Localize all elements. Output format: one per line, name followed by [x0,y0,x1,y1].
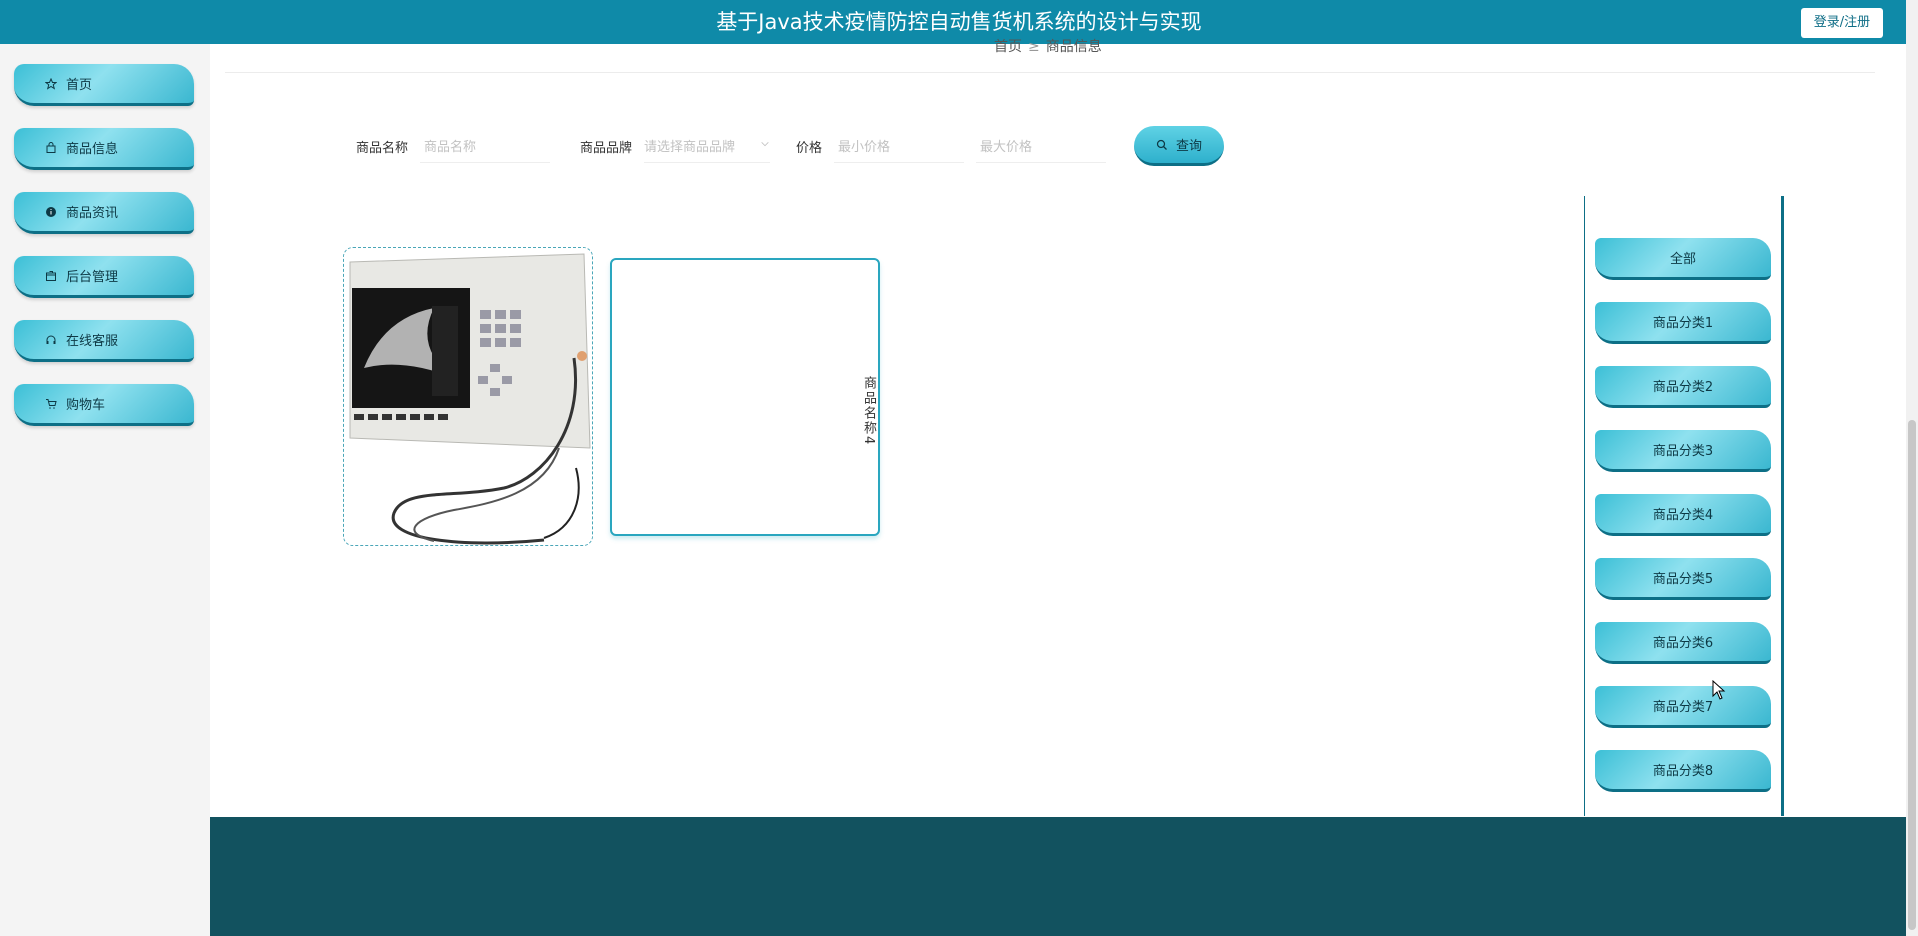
min-price-placeholder: 最小价格 [838,140,891,155]
box-icon [44,269,58,283]
category-button[interactable]: 商品分类7 [1595,686,1771,728]
login-register-button[interactable]: 登录/注册 [1801,8,1883,38]
brand-select[interactable]: 请选择商品品牌 [644,129,771,163]
mouse-cursor-icon [1712,679,1726,704]
cart-icon [44,397,58,411]
sidebar-item-label: 后台管理 [66,270,119,285]
brand-placeholder: 请选择商品品牌 [644,140,736,155]
search-button-label: 查询 [1176,139,1203,154]
category-button[interactable]: 商品分类8 [1595,750,1771,792]
product-card[interactable] [343,247,593,546]
sidebar-item-label: 在线客服 [66,334,119,349]
sidebar-item-home[interactable]: 首页 [14,64,194,106]
product-name: 商品名称4 [861,375,876,447]
sidebar-item-news[interactable]: 商品资讯 [14,192,194,234]
star-icon [44,77,58,91]
sidebar-item-products[interactable]: 商品信息 [14,128,194,170]
sidebar-item-label: 购物车 [66,398,106,413]
category-all-button[interactable]: 全部 [1595,238,1771,280]
bag-icon [44,141,58,155]
sidebar-item-label: 商品资讯 [66,206,119,221]
scrollbar-thumb[interactable] [1908,420,1916,930]
min-price-input[interactable]: 最小价格 [834,129,965,163]
product-name-placeholder: 商品名称 [424,140,477,155]
category-button[interactable]: 商品分类3 [1595,430,1771,472]
header-divider [225,72,1875,73]
category-button[interactable]: 商品分类4 [1595,494,1771,536]
brand-label: 商品品牌 [580,140,633,156]
max-price-input[interactable]: 最大价格 [976,129,1107,163]
sidebar-item-cart[interactable]: 购物车 [14,384,194,426]
breadcrumb-home[interactable]: 首页 [994,39,1022,55]
info-icon [44,205,58,219]
breadcrumb: 首页 ≥ 商品信息 [994,36,1102,56]
chevron-down-icon [760,138,770,153]
product-card[interactable]: 商品名称4 [610,258,880,536]
category-panel: 全部 商品分类1 商品分类2 商品分类3 商品分类4 商品分类5 商品分类6 商… [1584,196,1784,816]
page-footer [210,817,1906,936]
search-button[interactable]: 查询 [1134,126,1225,166]
product-name-input[interactable]: 商品名称 [420,129,551,163]
search-bar: 商品名称 商品名称 商品品牌 请选择商品品牌 价格 最小价格 最大价格 查询 [356,126,1225,166]
category-button[interactable]: 商品分类2 [1595,366,1771,408]
left-sidebar: 首页 商品信息 商品资讯 后台管理 在线客服 购物车 [0,44,210,936]
sidebar-item-label: 首页 [66,78,93,93]
sidebar-item-admin[interactable]: 后台管理 [14,256,194,298]
top-header: 基于Java技术疫情防控自动售货机系统的设计与实现 登录/注册 [0,0,1918,44]
breadcrumb-separator: ≥ [1028,39,1040,55]
sidebar-item-label: 商品信息 [66,142,119,157]
product-name-label: 商品名称 [356,140,409,156]
vertical-scrollbar[interactable] [1906,0,1918,936]
search-icon [1156,139,1168,151]
sidebar-item-support[interactable]: 在线客服 [14,320,194,362]
category-button[interactable]: 商品分类6 [1595,622,1771,664]
site-title: 基于Java技术疫情防控自动售货机系统的设计与实现 [716,10,1202,34]
category-button[interactable]: 商品分类5 [1595,558,1771,600]
max-price-placeholder: 最大价格 [980,140,1033,155]
product-image [344,248,592,545]
breadcrumb-current: 商品信息 [1045,39,1102,55]
price-label: 价格 [796,140,823,156]
headset-icon [44,333,58,347]
category-button[interactable]: 商品分类1 [1595,302,1771,344]
